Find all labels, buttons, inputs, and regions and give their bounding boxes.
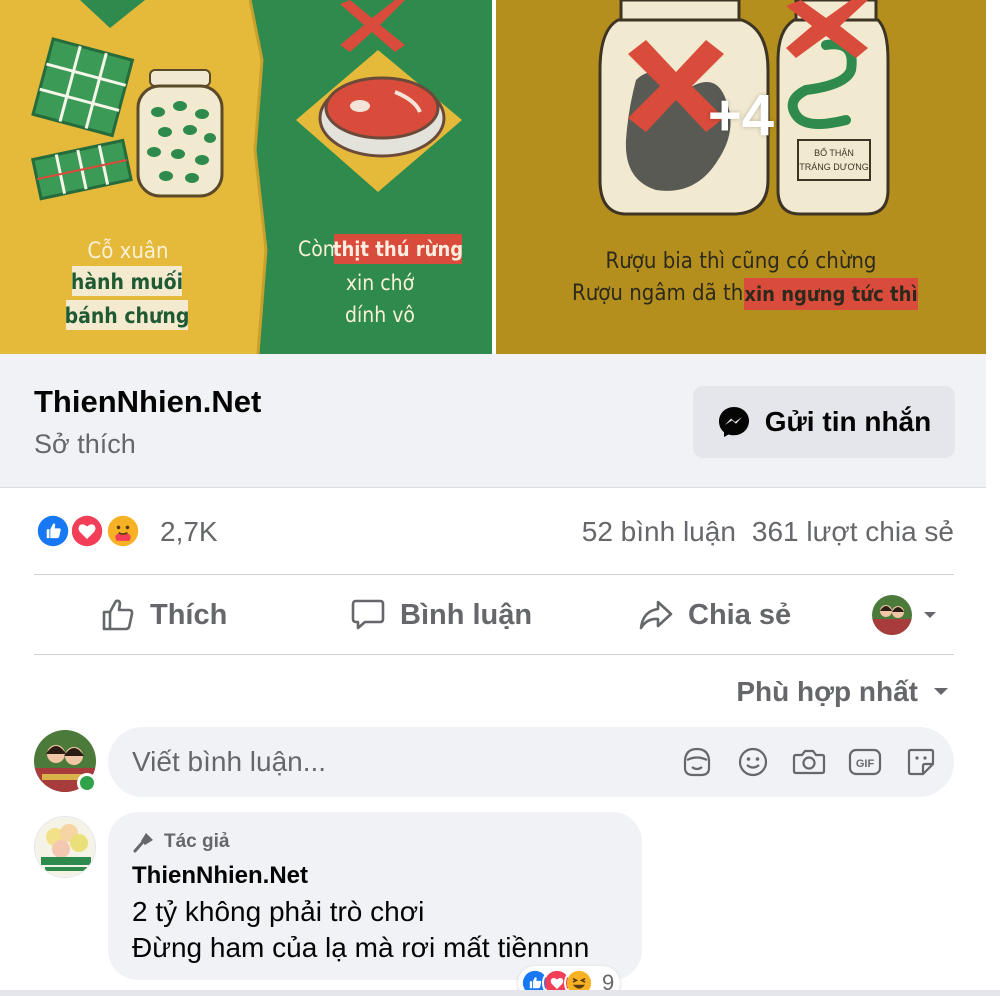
media-photo-1[interactable]: Cỗ xuân hành muối bánh chưng Còn thịt th… [0,0,492,354]
caret-down-icon [924,612,936,618]
like-label: Thích [150,598,228,631]
gif-button[interactable]: GIF [848,744,882,780]
post-media: Cỗ xuân hành muối bánh chưng Còn thịt th… [0,0,1000,354]
share-count[interactable]: 361 lượt chia sẻ [752,516,954,548]
camera-icon [792,749,826,775]
comment-author[interactable]: ThienNhien.Net [132,862,308,890]
comment-bubble: Tác giả ThienNhien.Net 2 tỷ không phải t… [108,812,642,980]
online-status-dot [77,773,97,793]
messenger-icon [718,407,749,437]
comment-button[interactable]: Bình luận [350,576,532,654]
comment-count[interactable]: 52 bình luận [582,516,736,548]
media-photo-2[interactable]: BỔ THẬN TRÁNG DƯƠNG Rượu bia thì cũng có… [496,0,986,354]
divider-top [34,574,954,575]
reaction-icons[interactable] [34,512,150,550]
microphone-icon [133,833,153,853]
sticker-button[interactable] [904,744,938,780]
like-button[interactable]: Thích [100,576,227,654]
avatar-sticker-icon [683,747,711,777]
action-bar: Thích Bình luận Chia sẻ [34,576,954,654]
author-badge: Tác giả [132,830,229,854]
comment-label: Bình luận [400,598,533,631]
profile-avatar-small [872,595,912,635]
share-arrow-icon [639,600,673,630]
left-caption-line1: Cỗ xuân [87,238,168,264]
bottom-scroll-edge [0,990,1000,996]
middle-caption-highlight: thịt thú rừng [333,237,463,261]
left-caption-line3: bánh chưng [65,304,190,328]
right-caption-line2-highlight: xin ngưng tức thì [744,282,917,306]
comment-author-avatar[interactable] [34,816,96,878]
left-caption-line2: hành muối [71,270,183,294]
share-button[interactable]: Chia sẻ [638,576,791,654]
media-photo-1-art: Cỗ xuân hành muối bánh chưng Còn thịt th… [0,0,492,354]
comment-bubble-icon [351,599,385,630]
send-message-button[interactable]: Gửi tin nhắn [693,386,955,458]
middle-caption-prefix: Còn [298,237,335,261]
avatar-sticker-button[interactable] [680,744,714,780]
facebook-post: Cỗ xuân hành muối bánh chưng Còn thịt th… [0,0,1000,996]
comment-input[interactable] [132,727,632,797]
sticker-icon [907,748,935,776]
emoji-icon [738,747,768,777]
emoji-button[interactable] [736,744,770,780]
page-category: Sở thích [34,429,136,459]
share-label: Chia sẻ [688,598,792,631]
page-logo-avatar [35,817,95,877]
more-photos-count[interactable]: +4 [496,0,986,230]
post-as-selector[interactable] [872,576,938,654]
middle-caption-line2: xin chớ [346,271,415,295]
media-edge [986,0,1000,354]
divider-bottom [34,654,954,655]
photo-button[interactable] [792,744,826,780]
thumbs-up-icon [102,599,134,631]
love-icon [68,512,106,550]
gif-icon: GIF [848,748,882,776]
composer-tools: GIF [680,744,938,780]
page-info-bar: ThienNhien.Net Sở thích Gửi tin nhắn [0,354,986,488]
svg-text:GIF: GIF [856,758,875,770]
comment-composer: GIF [108,727,954,797]
right-caption-line2-prefix: Rượu ngâm dã thú [572,281,756,306]
care-icon [104,512,142,550]
comment-sort-selector[interactable]: Phù hợp nhất [736,676,950,708]
engagement-counts: 52 bình luận 361 lượt chia sẻ [582,516,954,548]
sort-label: Phù hợp nhất [736,676,918,707]
pagebar-edge [986,354,1000,488]
middle-caption-line3: dính vô [345,303,415,327]
right-caption-line1: Rượu bia thì cũng có chừng [606,249,877,274]
caret-down-icon [934,688,948,695]
comment-text-line2: Đừng ham của lạ mà rơi mất tiềnnnn [132,932,590,963]
like-icon [34,512,72,550]
reaction-count[interactable]: 2,7K [160,516,218,548]
send-message-label: Gửi tin nhắn [764,406,932,437]
comment-text-line1: 2 tỷ không phải trò chơi [132,896,425,927]
reactions-summary: 2,7K 52 bình luận 361 lượt chia sẻ [34,504,954,560]
page-name[interactable]: ThienNhien.Net [34,384,261,420]
author-badge-label: Tác giả [164,831,230,852]
